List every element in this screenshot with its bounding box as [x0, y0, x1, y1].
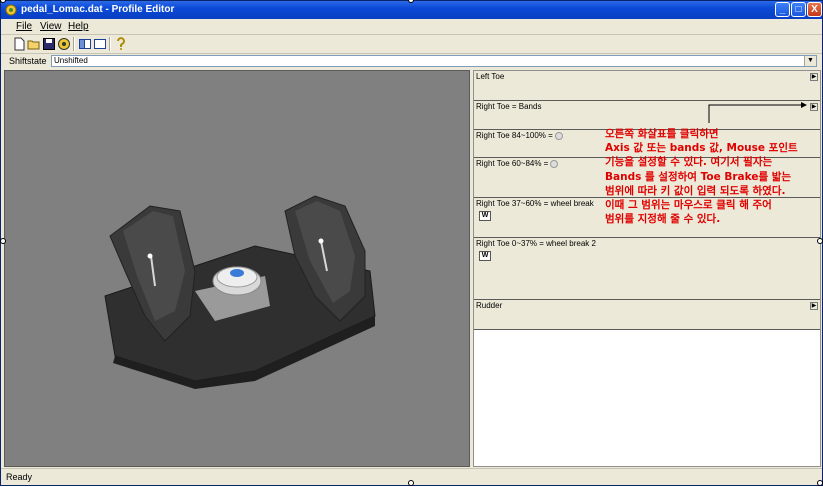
pedal-3d-view[interactable] [4, 70, 470, 467]
row-label: Right Toe = Bands [476, 102, 542, 111]
row-label: Right Toe 0~37% = wheel break 2 [476, 239, 596, 248]
help-tool-icon[interactable] [114, 37, 128, 51]
menu-bar: File View Help [1, 19, 822, 35]
minimize-button[interactable]: _ [775, 2, 790, 17]
chevron-down-icon[interactable]: ▼ [804, 56, 816, 66]
shiftstate-select[interactable]: Unshifted ▼ [51, 55, 817, 67]
toolbar-separator [109, 37, 111, 51]
selection-handle [408, 480, 414, 486]
annotation-line: 이때 그 범위는 마우스로 클릭 해 주어 [605, 199, 772, 212]
annotation-text: 오른쪽 화살표를 클릭하면 Axis 값 또는 bands 값, Mouse 포… [605, 127, 819, 226]
row-rudder[interactable]: Rudder ▶ [474, 300, 820, 330]
window-title: pedal_Lomac.dat - Profile Editor [21, 4, 175, 15]
annotation-line: Bands 를 설정하여 Toe Brake를 밟는 [605, 170, 792, 183]
gear-icon[interactable] [554, 131, 563, 140]
arrow-right-icon[interactable]: ▶ [810, 302, 818, 310]
menu-file[interactable]: File [16, 20, 32, 33]
close-button[interactable]: X [807, 2, 822, 17]
layout-single-icon[interactable] [93, 37, 107, 51]
new-file-icon[interactable] [12, 37, 26, 51]
open-folder-icon[interactable] [27, 37, 41, 51]
row-label: Right Toe 84~100% = [476, 131, 553, 140]
row-label-wrap: Right Toe 60~84% = [476, 159, 559, 169]
annotation-line: 범위를 지정해 줄 수 있다. [605, 213, 721, 226]
annotation-line: Axis 값 또는 bands 값, Mouse 포인트 [605, 142, 798, 155]
profile-editor-window: pedal_Lomac.dat - Profile Editor _ □ X F… [0, 0, 823, 486]
row-label-wrap: Right Toe 84~100% = [476, 131, 563, 141]
key-w-button[interactable]: W [479, 251, 491, 261]
selection-handle [0, 238, 6, 244]
key-w-button[interactable]: W [479, 211, 491, 221]
shiftstate-value: Unshifted [54, 56, 88, 65]
annotation-line: 오른쪽 화살표를 클릭하면 [605, 128, 719, 140]
arrow-right-icon[interactable]: ▶ [810, 73, 818, 81]
gear-icon[interactable] [550, 159, 559, 168]
menu-view-label: View [40, 21, 62, 32]
maximize-button[interactable]: □ [791, 2, 806, 17]
title-bar: pedal_Lomac.dat - Profile Editor _ □ X [1, 1, 822, 19]
target-icon[interactable] [57, 37, 71, 51]
toolbar [1, 35, 822, 54]
row-right-toe-bands[interactable]: Right Toe = Bands ▶ [474, 101, 820, 130]
row-label: Right Toe 60~84% = [476, 159, 549, 168]
row-label: Rudder [476, 301, 503, 310]
profile-editor-app-icon [5, 4, 17, 16]
annotation-line: 범위에 따라 키 값이 입력 되도록 하였다. [605, 184, 786, 197]
selection-handle [817, 480, 823, 486]
arrow-right-icon[interactable]: ▶ [810, 103, 818, 111]
row-left-toe[interactable]: Left Toe ▶ [474, 71, 820, 101]
shiftstate-bar: Shiftstate Unshifted ▼ [1, 54, 822, 69]
shiftstate-label: Shiftstate [9, 56, 47, 66]
status-text: Ready [6, 472, 33, 482]
save-icon[interactable] [42, 37, 56, 51]
menu-help-label: Help [68, 21, 89, 32]
toolbar-separator [73, 37, 75, 51]
menu-view[interactable]: View [40, 20, 62, 33]
row-label: Left Toe [476, 72, 505, 81]
selection-handle [817, 238, 823, 244]
layout-split-icon[interactable] [78, 37, 92, 51]
row-right-toe-0-37[interactable]: Right Toe 0~37% = wheel break 2 W [474, 238, 820, 300]
row-label: Right Toe 37~60% = wheel break [476, 199, 594, 208]
annotation-line: 기능을 설정할 수 있다. 여기서 필자는 [605, 156, 773, 169]
menu-file-label: File [16, 21, 33, 32]
menu-help[interactable]: Help [68, 20, 89, 33]
rudder-pedals-image [104, 195, 376, 389]
